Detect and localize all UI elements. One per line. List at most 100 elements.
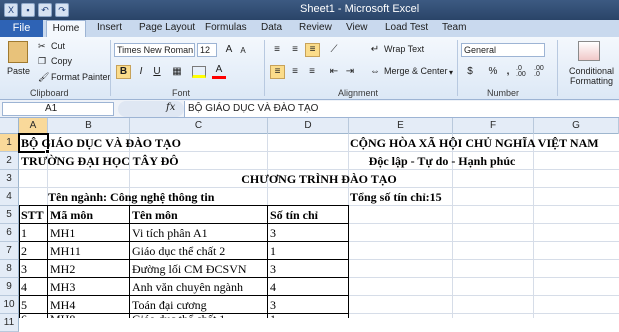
column-header-g[interactable]: G <box>534 118 619 134</box>
align-middle-icon[interactable]: ≡ <box>288 43 302 56</box>
column-header-c[interactable]: C <box>130 118 268 134</box>
table-cell[interactable]: Vi tích phân A1 <box>132 224 208 242</box>
borders-icon[interactable]: ▦ <box>170 65 184 78</box>
row-header-7[interactable]: 7 <box>0 242 19 260</box>
table-cell[interactable]: MH8 <box>50 314 75 318</box>
wrap-text-button[interactable]: Wrap Text <box>384 44 424 54</box>
name-box[interactable]: A1 <box>2 102 114 116</box>
redo-icon[interactable]: ↷ <box>55 3 69 17</box>
decrease-indent-icon[interactable]: ⇤ <box>327 65 341 78</box>
row-header-8[interactable]: 8 <box>0 260 19 278</box>
table-cell[interactable]: MH1 <box>50 224 75 242</box>
table-cell[interactable]: 2 <box>21 242 27 260</box>
fill-color-icon[interactable] <box>192 66 206 78</box>
table-cell[interactable]: Giáo dục thể chất 1 <box>132 314 225 318</box>
tab-formulas[interactable]: Formulas <box>205 22 247 33</box>
row-header-2[interactable]: 2 <box>0 152 19 170</box>
table-cell[interactable]: Toán đại cương <box>132 296 207 314</box>
align-right-icon[interactable]: ≡ <box>305 65 319 78</box>
excel-icon[interactable]: X <box>4 3 18 17</box>
program-title[interactable]: CHƯƠNG TRÌNH ĐÀO TẠO <box>19 170 619 188</box>
undo-icon[interactable]: ↶ <box>38 3 52 17</box>
tab-home[interactable]: Home <box>46 20 86 38</box>
decrease-decimal-button[interactable]: .00 .0 <box>534 65 548 78</box>
tab-load-test[interactable]: Load Test <box>385 22 428 33</box>
cell-e2[interactable]: Độc lập - Tự do - Hạnh phúc <box>350 152 534 170</box>
comma-style-button[interactable]: , <box>501 65 515 78</box>
copy-icon[interactable]: ❐ <box>38 56 46 67</box>
table-cell[interactable]: Anh văn chuyên ngành <box>132 278 243 296</box>
header-so-tin-chi[interactable]: Số tín chỉ <box>270 206 318 224</box>
paste-icon[interactable] <box>8 41 28 63</box>
merge-center-button[interactable]: Merge & Center <box>384 66 448 76</box>
copy-button[interactable]: Copy <box>51 56 72 66</box>
conditional-formatting-label[interactable]: Conditional <box>569 66 614 76</box>
tab-file[interactable]: File <box>0 20 43 37</box>
font-name-combo[interactable]: Times New Roman <box>114 43 195 57</box>
table-cell[interactable]: 6 <box>21 314 27 318</box>
row-header-3[interactable]: 3 <box>0 170 19 188</box>
cell-e4[interactable]: Tổng số tín chỉ:15 <box>350 188 442 206</box>
formula-input[interactable]: BỘ GIÁO DỤC VÀ ĐÀO TẠO <box>184 101 619 117</box>
table-cell[interactable]: 3 <box>270 224 276 242</box>
cell-b4[interactable]: Tên ngành: Công nghệ thông tin <box>48 188 214 206</box>
chevron-down-icon[interactable]: ▾ <box>444 66 458 79</box>
cell-a1[interactable]: BỘ GIÁO DỤC VÀ ĐÀO TẠO <box>21 134 181 152</box>
select-all-corner[interactable] <box>0 118 19 134</box>
insert-function-icon[interactable]: fx <box>166 102 175 113</box>
grow-font-icon[interactable]: A <box>222 43 236 56</box>
table-cell[interactable]: MH11 <box>50 242 81 260</box>
format-painter-icon[interactable]: 🖌 <box>38 72 49 83</box>
column-header-e[interactable]: E <box>349 118 453 134</box>
align-center-icon[interactable]: ≡ <box>288 65 302 78</box>
row-header-1[interactable]: 1 <box>0 134 19 152</box>
align-bottom-icon[interactable]: ≡ <box>305 43 320 57</box>
table-cell[interactable]: Đường lối CM ĐCSVN <box>132 260 247 278</box>
tab-team[interactable]: Team <box>442 22 466 33</box>
row-header-6[interactable]: 6 <box>0 224 19 242</box>
format-painter-button[interactable]: Format Painter <box>51 72 111 82</box>
italic-button[interactable]: I <box>134 65 148 78</box>
cell-e1[interactable]: CỘNG HÒA XÃ HỘI CHỦ NGHĨA VIỆT NAM <box>350 134 599 152</box>
save-icon[interactable]: ▪ <box>21 3 35 17</box>
bold-button[interactable]: B <box>116 65 131 79</box>
tab-review[interactable]: Review <box>299 22 332 33</box>
table-cell[interactable]: 1 <box>270 314 276 318</box>
increase-indent-icon[interactable]: ⇥ <box>343 65 357 78</box>
conditional-formatting-icon[interactable] <box>578 41 600 61</box>
cell-a2[interactable]: TRƯỜNG ĐẠI HỌC TÂY ĐÔ <box>21 152 179 170</box>
row-header-10[interactable]: 10 <box>0 296 19 314</box>
column-header-d[interactable]: D <box>268 118 349 134</box>
number-format-combo[interactable]: General <box>461 43 545 57</box>
merge-center-icon[interactable]: ⇔ <box>368 65 382 78</box>
table-cell[interactable]: Giáo dục thể chất 2 <box>132 242 225 260</box>
header-ma-mon[interactable]: Mã môn <box>50 206 93 224</box>
table-cell[interactable]: 1 <box>270 242 276 260</box>
table-cell[interactable]: 5 <box>21 296 27 314</box>
table-cell[interactable]: MH2 <box>50 260 75 278</box>
row-header-11[interactable]: 11 <box>0 314 19 332</box>
tab-data[interactable]: Data <box>261 22 282 33</box>
percent-button[interactable]: % <box>486 65 500 78</box>
column-header-b[interactable]: B <box>48 118 130 134</box>
table-cell[interactable]: 3 <box>21 260 27 278</box>
table-cell[interactable]: 3 <box>270 260 276 278</box>
font-size-combo[interactable]: 12 <box>197 43 217 57</box>
tab-view[interactable]: View <box>346 22 368 33</box>
table-cell[interactable]: MH4 <box>50 296 75 314</box>
table-cell[interactable]: 4 <box>21 278 27 296</box>
column-header-f[interactable]: F <box>453 118 534 134</box>
header-ten-mon[interactable]: Tên môn <box>132 206 178 224</box>
wrap-text-icon[interactable]: ↵ <box>368 43 382 56</box>
table-cell[interactable]: 3 <box>270 296 276 314</box>
paste-button[interactable]: Paste <box>7 66 30 76</box>
tab-insert[interactable]: Insert <box>97 22 122 33</box>
font-color-button[interactable]: A <box>212 63 226 79</box>
cut-icon[interactable]: ✂ <box>38 41 46 52</box>
increase-decimal-button[interactable]: .0 .00 <box>516 65 530 78</box>
conditional-formatting-label-2[interactable]: Formatting <box>570 76 613 86</box>
underline-button[interactable]: U <box>150 65 164 78</box>
row-header-4[interactable]: 4 <box>0 188 19 206</box>
shrink-font-icon[interactable]: A <box>236 44 250 57</box>
header-stt[interactable]: STT <box>21 206 44 224</box>
